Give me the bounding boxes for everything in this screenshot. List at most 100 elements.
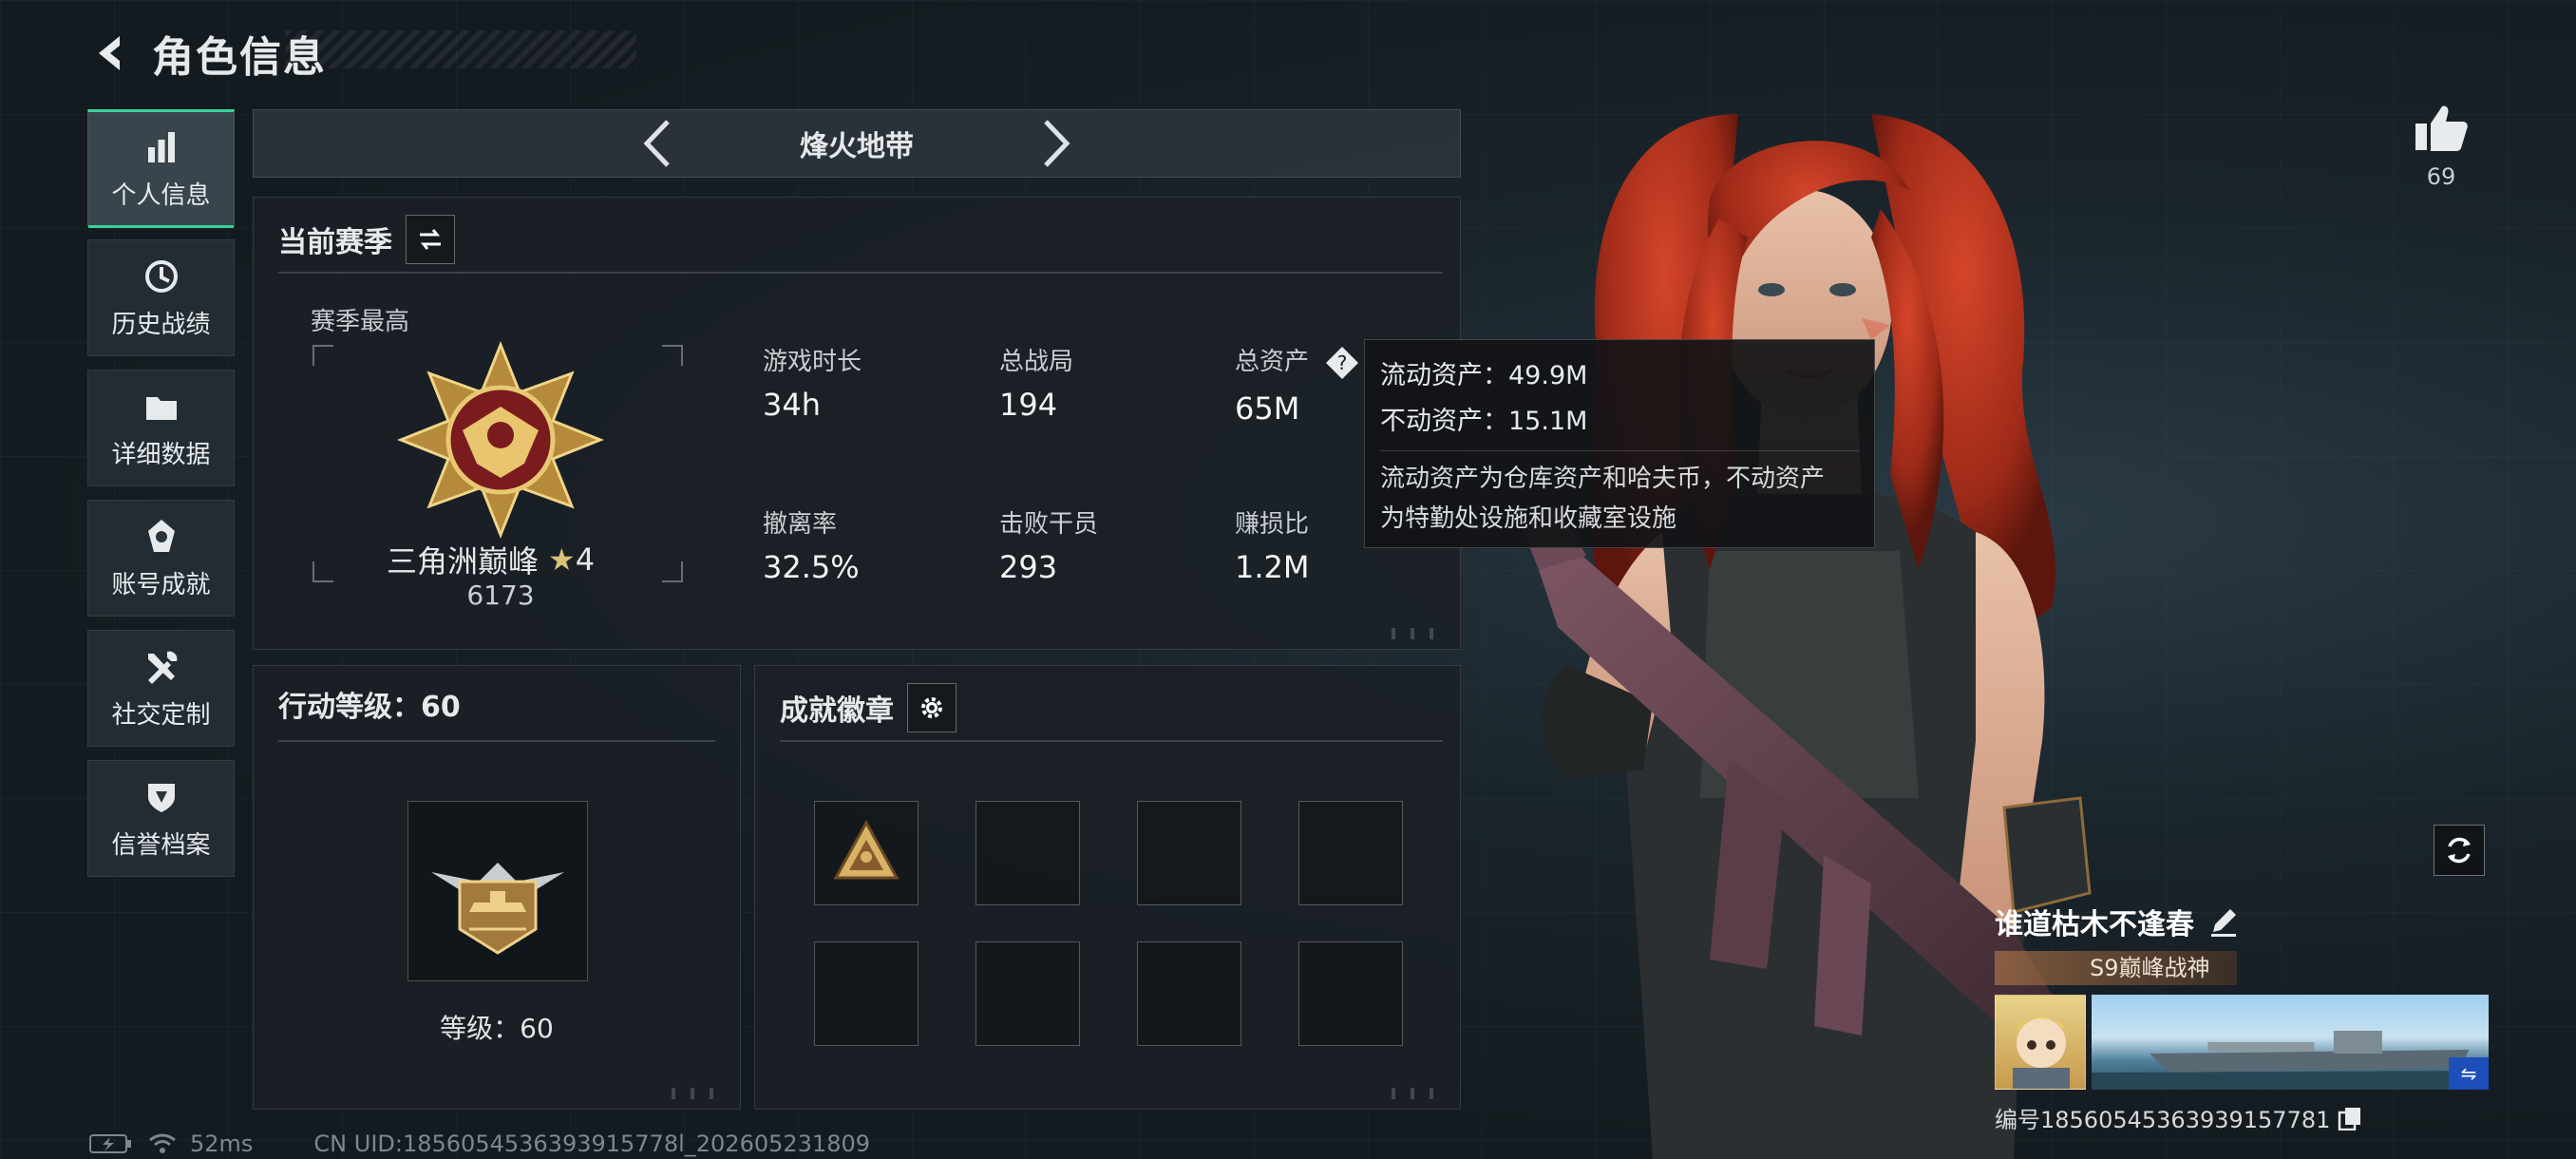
mode-next-button[interactable] — [1028, 115, 1085, 172]
sidebar-item-detailed-data[interactable]: 详细数据 — [87, 370, 235, 486]
sidebar-item-account-achievements[interactable]: 账号成就 — [87, 500, 235, 617]
achievement-settings-button[interactable] — [907, 683, 957, 732]
sidebar-item-label: 个人信息 — [111, 181, 211, 210]
stat-value: 293 — [999, 549, 1058, 585]
mode-selector: 烽火地带 — [253, 109, 1461, 178]
ping-text: 52ms — [190, 1130, 254, 1157]
folder-icon — [141, 386, 182, 428]
credit-shield-icon — [141, 776, 182, 818]
achievement-badges-panel: 成就徽章 — [754, 665, 1461, 1110]
carrier-ship-image — [2092, 1031, 2489, 1090]
copy-icon[interactable] — [2338, 1106, 2362, 1130]
back-arrow-icon — [99, 36, 120, 70]
like-button[interactable]: 69 — [2411, 103, 2472, 190]
pyramid-badge-icon — [833, 819, 900, 880]
stat-label: 击败干员 — [999, 510, 1099, 539]
stat-label: 赚损比 — [1235, 510, 1310, 539]
history-icon — [141, 256, 182, 297]
assets-tooltip: 流动资产：49.9M 不动资产：15.1M 流动资产为仓库资产和哈夫币，不动资产… — [1364, 339, 1875, 548]
achievement-icon — [141, 516, 182, 558]
sidebar-item-label: 历史战绩 — [111, 311, 211, 339]
achievements-title: 成就徽章 — [780, 694, 894, 728]
edit-pencil-icon[interactable] — [2207, 905, 2240, 938]
sidebar: 个人信息 历史战绩 详细数据 账号成就 社交定制 信誉档案 — [87, 109, 235, 890]
stat-value: 34h — [763, 387, 821, 423]
sidebar-item-social-custom[interactable]: 社交定制 — [87, 630, 235, 747]
wifi-icon — [149, 1133, 176, 1153]
mode-prev-button[interactable] — [629, 115, 686, 172]
level-badge[interactable] — [407, 801, 588, 981]
card-switch-icon: ⇋ — [2449, 1057, 2489, 1090]
player-id: 编号18560545363939157781 — [1995, 1107, 2331, 1133]
stat-value: 65M — [1235, 390, 1300, 427]
gear-icon — [921, 697, 942, 718]
divider — [278, 740, 715, 742]
tooltip-fixed-assets: 不动资产：15.1M — [1380, 407, 1588, 436]
sidebar-item-label: 账号成就 — [111, 571, 211, 599]
page-header: 角色信息 — [85, 27, 636, 82]
corner-decoration — [1392, 628, 1449, 639]
achievement-slot-empty[interactable] — [1298, 941, 1403, 1046]
rank-stars: 4 — [575, 542, 596, 578]
stat-value: 1.2M — [1235, 549, 1310, 585]
sidebar-item-label: 社交定制 — [111, 701, 211, 730]
help-icon[interactable]: ? — [1324, 345, 1360, 381]
season-best-label: 赛季最高 — [311, 308, 410, 336]
like-count: 69 — [2426, 163, 2456, 190]
sidebar-item-credit-record[interactable]: 信誉档案 — [87, 760, 235, 877]
bar-chart-icon — [141, 126, 182, 168]
player-title-badge: S9巅峰战神 — [1995, 951, 2237, 985]
avatar[interactable] — [1995, 995, 2086, 1090]
achievement-slot-empty[interactable] — [1137, 941, 1241, 1046]
namecard-banner[interactable]: ⇋ — [2092, 995, 2489, 1090]
achievement-slot-empty[interactable] — [975, 941, 1080, 1046]
chevron-right-icon — [1044, 120, 1070, 167]
divider — [780, 740, 1443, 742]
sidebar-item-label: 详细数据 — [111, 441, 211, 469]
player-profile: 谁道枯木不逢春 S9巅峰战神 ⇋ 编号18560545363939157781 — [1995, 898, 2489, 1134]
switch-season-button[interactable] — [406, 215, 455, 264]
player-id-row: 编号18560545363939157781 — [1995, 1101, 2489, 1134]
season-header: 当前赛季 — [278, 215, 455, 264]
action-level-panel: 行动等级：60 等级：60 — [253, 665, 741, 1110]
divider — [1380, 450, 1859, 451]
rank-medal-icon — [396, 340, 605, 540]
star-icon: ★ — [548, 542, 576, 578]
sidebar-item-personal-info[interactable]: 个人信息 — [87, 109, 235, 228]
level-text: 等级：60 — [440, 1013, 554, 1044]
tooltip-note-line1: 流动资产为仓库资产和哈夫币，不动资产 — [1380, 465, 1826, 493]
rotate-view-button[interactable] — [2434, 825, 2485, 876]
current-season-panel: 当前赛季 赛季最高 三角洲巅峰 ★ 4 6173 游戏时长 34h 总战局 19… — [253, 197, 1461, 650]
achievements-header: 成就徽章 — [780, 683, 957, 732]
achievement-slot-empty[interactable] — [975, 801, 1080, 905]
stat-profit-loss-ratio: 赚损比 1.2M — [1235, 504, 1310, 585]
stat-operators-defeated: 击败干员 293 — [999, 504, 1098, 585]
divider — [278, 272, 1443, 274]
action-level-title: 行动等级：60 — [278, 691, 461, 724]
achievement-slot[interactable] — [814, 801, 919, 905]
uid-text: CN UID:1856054536393915778l_202605231809 — [313, 1130, 870, 1157]
achievement-slot-empty[interactable] — [814, 941, 919, 1046]
player-name: 谁道枯木不逢春 — [1995, 908, 2194, 941]
tools-icon — [141, 646, 182, 688]
stat-total-assets: 总资产 ? 65M — [1235, 342, 1360, 427]
stat-total-matches: 总战局 194 — [999, 342, 1073, 423]
stat-label: 总资产 ? — [1235, 342, 1360, 381]
banner-row: ⇋ — [1995, 995, 2489, 1090]
name-row: 谁道枯木不逢春 — [1995, 898, 2489, 945]
achievement-slot-empty[interactable] — [1137, 801, 1241, 905]
thumbs-up-icon — [2415, 105, 2468, 151]
refresh-icon — [2448, 837, 2471, 864]
rank-name: 三角洲巅峰 — [387, 543, 540, 580]
achievement-slot-empty[interactable] — [1298, 801, 1403, 905]
stat-value: 32.5% — [763, 549, 860, 585]
season-title: 当前赛季 — [278, 226, 392, 259]
achievement-grid — [814, 801, 1403, 1046]
sidebar-item-history[interactable]: 历史战绩 — [87, 239, 235, 356]
stat-label: 撤离率 — [763, 510, 838, 539]
corner-decoration — [1392, 1088, 1449, 1099]
battery-icon — [89, 1134, 131, 1153]
back-button[interactable] — [85, 27, 139, 80]
stat-extraction-rate: 撤离率 32.5% — [763, 504, 860, 585]
status-bar: 52ms CN UID:1856054536393915778l_2026052… — [89, 1130, 870, 1157]
